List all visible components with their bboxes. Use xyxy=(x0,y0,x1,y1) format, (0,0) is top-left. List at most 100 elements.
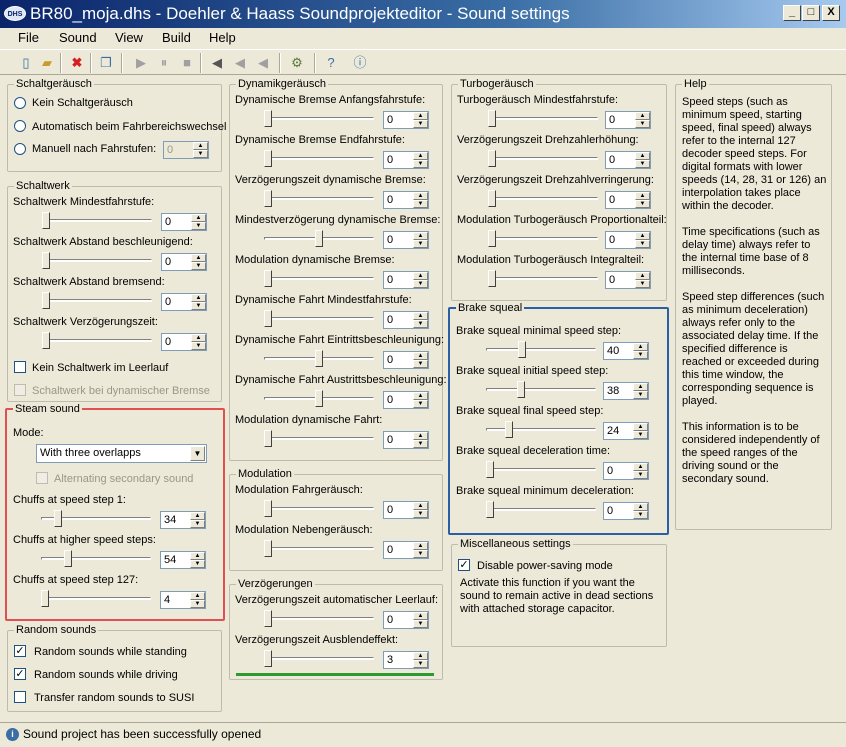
slider-thumb[interactable] xyxy=(488,270,496,287)
value-spinner[interactable]: 0 ▲ ▼ xyxy=(383,311,429,329)
slider-thumb[interactable] xyxy=(264,150,272,167)
value-slider[interactable] xyxy=(37,509,155,529)
value-spinner[interactable]: 0 ▲ ▼ xyxy=(605,151,651,169)
spin-up-icon[interactable]: ▲ xyxy=(633,463,648,471)
value-slider[interactable] xyxy=(38,291,156,311)
value-slider[interactable] xyxy=(37,549,155,569)
value-spinner[interactable]: 0 ▲ ▼ xyxy=(603,502,649,520)
spin-down-icon[interactable]: ▼ xyxy=(413,550,428,558)
title-bar[interactable]: DHS BR80_moja.dhs - Doehler & Haass Soun… xyxy=(0,0,846,28)
spin-down-icon[interactable]: ▼ xyxy=(190,560,205,568)
value-spinner[interactable]: 4 ▲ ▼ xyxy=(160,591,206,609)
spin-up-icon[interactable]: ▲ xyxy=(633,343,648,351)
slider-thumb[interactable] xyxy=(264,270,272,287)
value-spinner[interactable]: 0 ▲ ▼ xyxy=(603,462,649,480)
slider-thumb[interactable] xyxy=(488,190,496,207)
value-spinner[interactable]: 3 ▲ ▼ xyxy=(383,651,429,669)
value-slider[interactable] xyxy=(482,500,600,520)
spin-up-icon[interactable]: ▲ xyxy=(635,272,650,280)
spin-up-icon[interactable]: ▲ xyxy=(413,392,428,400)
spin-down-icon[interactable]: ▼ xyxy=(633,511,648,519)
slider-thumb[interactable] xyxy=(488,110,496,127)
value-slider[interactable] xyxy=(260,499,378,519)
value-spinner[interactable]: 40 ▲ ▼ xyxy=(603,342,649,360)
slider-thumb[interactable] xyxy=(315,350,323,367)
value-spinner[interactable]: 0 ▲ ▼ xyxy=(383,391,429,409)
value-spinner[interactable]: 0 ▲ ▼ xyxy=(161,293,207,311)
spin-up-icon[interactable]: ▲ xyxy=(413,152,428,160)
slider-thumb[interactable] xyxy=(42,212,50,229)
value-slider[interactable] xyxy=(260,349,378,369)
checkbox-random-driving[interactable]: ✓ xyxy=(14,668,26,680)
value-slider[interactable] xyxy=(260,309,378,329)
value-slider[interactable] xyxy=(260,189,378,209)
spin-up-icon[interactable]: ▲ xyxy=(413,612,428,620)
value-spinner[interactable]: 24 ▲ ▼ xyxy=(603,422,649,440)
spin-down-icon[interactable]: ▼ xyxy=(413,200,428,208)
spin-down-icon[interactable]: ▼ xyxy=(633,431,648,439)
spin-down-icon[interactable]: ▼ xyxy=(190,600,205,608)
value-slider[interactable] xyxy=(260,389,378,409)
spin-up-icon[interactable]: ▲ xyxy=(635,112,650,120)
value-spinner[interactable]: 38 ▲ ▼ xyxy=(603,382,649,400)
spin-up-icon[interactable]: ▲ xyxy=(413,652,428,660)
spin-down-icon[interactable]: ▼ xyxy=(413,660,428,668)
spin-down-icon[interactable]: ▼ xyxy=(191,342,206,350)
value-spinner[interactable]: 0 ▲ ▼ xyxy=(383,611,429,629)
spin-down-icon[interactable]: ▼ xyxy=(413,240,428,248)
slider-thumb[interactable] xyxy=(488,150,496,167)
value-slider[interactable] xyxy=(38,331,156,351)
spin-up-icon[interactable]: ▲ xyxy=(413,112,428,120)
slider-thumb[interactable] xyxy=(264,310,272,327)
value-spinner[interactable]: 0 ▲ ▼ xyxy=(383,541,429,559)
checkbox-alternating-secondary[interactable] xyxy=(36,472,48,484)
value-slider[interactable] xyxy=(482,380,600,400)
minimize-button[interactable]: _ xyxy=(783,5,801,21)
value-spinner[interactable]: 0 ▲ ▼ xyxy=(161,333,207,351)
menu-view[interactable]: View xyxy=(115,30,143,46)
value-slider[interactable] xyxy=(37,589,155,609)
value-slider[interactable] xyxy=(484,149,602,169)
value-slider[interactable] xyxy=(484,189,602,209)
value-slider[interactable] xyxy=(484,229,602,249)
spin-down-icon[interactable]: ▼ xyxy=(413,320,428,328)
spin-up-icon[interactable]: ▲ xyxy=(413,432,428,440)
value-slider[interactable] xyxy=(260,649,378,669)
slider-thumb[interactable] xyxy=(315,390,323,407)
spin-up-icon[interactable]: ▲ xyxy=(190,552,205,560)
slider-thumb[interactable] xyxy=(505,421,514,438)
value-spinner[interactable]: 0 ▲ ▼ xyxy=(383,431,429,449)
value-spinner[interactable]: 0 ▲ ▼ xyxy=(605,271,651,289)
spin-down-icon[interactable]: ▼ xyxy=(635,200,650,208)
spin-down-icon[interactable]: ▼ xyxy=(413,400,428,408)
spin-down-icon[interactable]: ▼ xyxy=(413,620,428,628)
build-gear-icon[interactable]: ⚙ xyxy=(288,54,306,72)
checkbox-disable-power-saving[interactable]: ✓ xyxy=(458,559,470,571)
spin-down-icon[interactable]: ▼ xyxy=(191,302,206,310)
radio-manual-shift[interactable] xyxy=(14,143,26,155)
spin-up-icon[interactable]: ▲ xyxy=(633,383,648,391)
radio-no-shift-sound[interactable] xyxy=(14,97,26,109)
info-icon[interactable]: ⓘ xyxy=(351,54,369,72)
slider-thumb[interactable] xyxy=(264,610,272,627)
spin-down-icon[interactable]: ▼ xyxy=(193,150,208,158)
spin-up-icon[interactable]: ▲ xyxy=(413,232,428,240)
slider-thumb[interactable] xyxy=(486,501,494,518)
spin-down-icon[interactable]: ▼ xyxy=(413,440,428,448)
spin-down-icon[interactable]: ▼ xyxy=(413,120,428,128)
stop-icon[interactable]: ■ xyxy=(178,54,196,72)
spin-up-icon[interactable]: ▲ xyxy=(635,232,650,240)
slider-thumb[interactable] xyxy=(264,430,272,447)
value-slider[interactable] xyxy=(260,539,378,559)
value-spinner[interactable]: 0 ▲ ▼ xyxy=(161,253,207,271)
checkbox-transfer-susi[interactable] xyxy=(14,691,26,703)
slider-thumb[interactable] xyxy=(42,292,50,309)
checkbox-shifter-dynamic-brake[interactable] xyxy=(14,384,26,396)
spin-down-icon[interactable]: ▼ xyxy=(635,160,650,168)
slider-thumb[interactable] xyxy=(264,110,272,127)
value-spinner[interactable]: 0 ▲ ▼ xyxy=(383,271,429,289)
radio-auto-shift[interactable] xyxy=(14,120,26,132)
maximize-button[interactable]: □ xyxy=(802,5,820,21)
pause-icon[interactable]: ⏸ xyxy=(155,54,173,72)
slider-thumb[interactable] xyxy=(264,190,272,207)
